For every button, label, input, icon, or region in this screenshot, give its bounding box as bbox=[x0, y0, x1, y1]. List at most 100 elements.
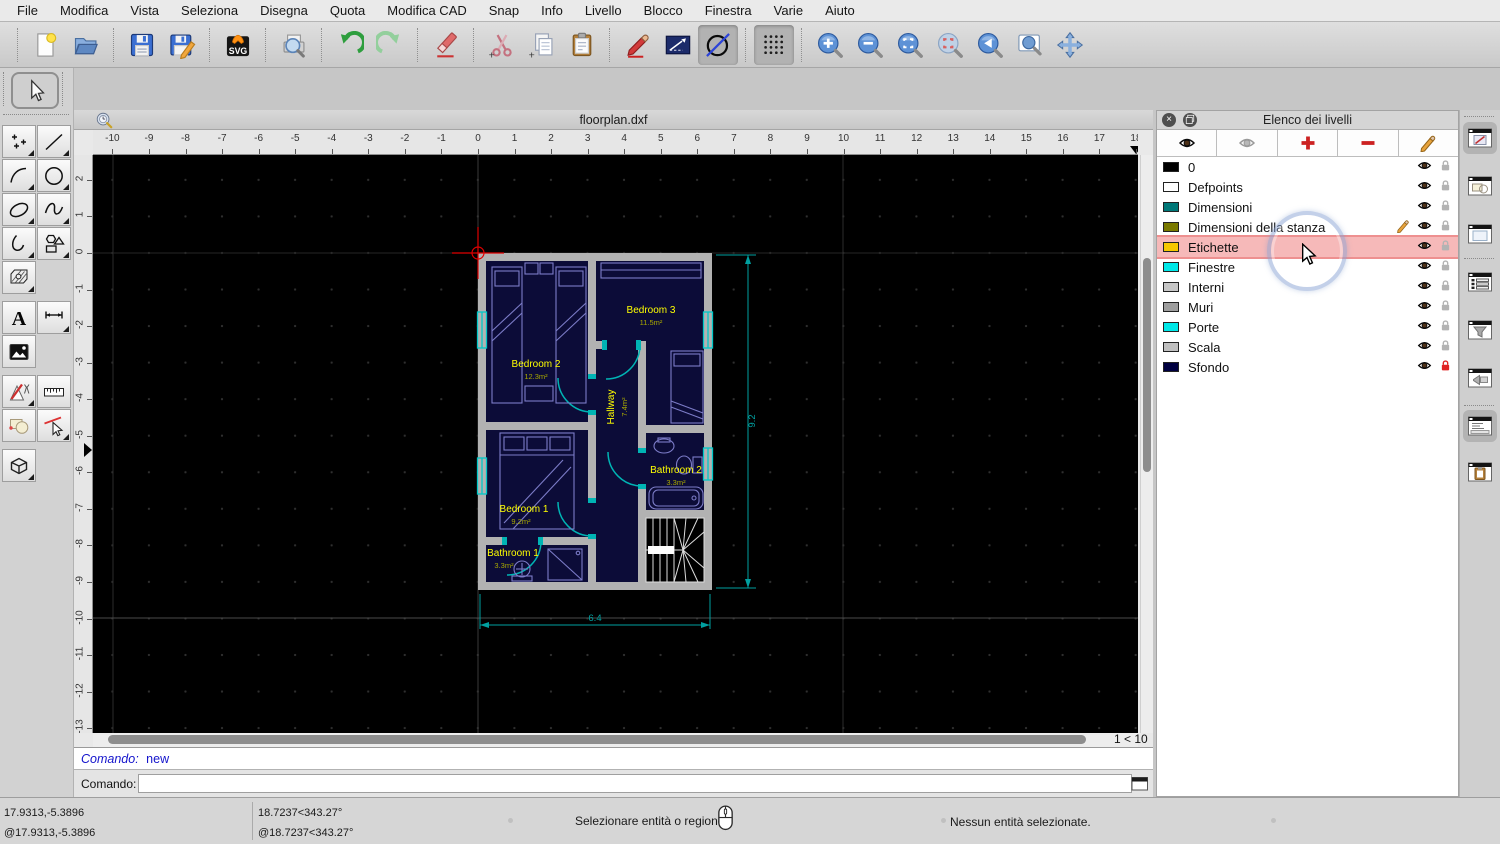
new-file-button[interactable] bbox=[26, 25, 66, 65]
layer-row-porte[interactable]: Porte bbox=[1157, 317, 1458, 337]
pencil-all-button[interactable] bbox=[1398, 130, 1459, 156]
menu-livello[interactable]: Livello bbox=[574, 0, 633, 22]
zoom-out-button[interactable] bbox=[850, 25, 890, 65]
selection-tool-button[interactable] bbox=[11, 72, 59, 109]
layer-lock-icon[interactable] bbox=[1439, 179, 1452, 195]
select-entity-tool-button[interactable] bbox=[37, 409, 71, 442]
cut-button[interactable]: + bbox=[482, 25, 522, 65]
layer-lock-icon[interactable] bbox=[1439, 279, 1452, 295]
layer-visibility-eye-icon[interactable] bbox=[1417, 178, 1432, 196]
layer-visibility-eye-icon[interactable] bbox=[1417, 258, 1432, 276]
delete-button[interactable] bbox=[426, 25, 466, 65]
image-tool-button[interactable] bbox=[2, 335, 36, 368]
layer-lock-icon[interactable] bbox=[1439, 359, 1452, 375]
menu-finestra[interactable]: Finestra bbox=[694, 0, 763, 22]
menu-vista[interactable]: Vista bbox=[119, 0, 170, 22]
layer-lock-icon[interactable] bbox=[1439, 339, 1452, 355]
zoom-select-button[interactable] bbox=[930, 25, 970, 65]
layer-visibility-eye-icon[interactable] bbox=[1417, 298, 1432, 316]
drawing-canvas[interactable]: Bedroom 2 12.3m² Bedroom 3 11.5m² Hallwa… bbox=[93, 155, 1138, 733]
zoom-window-button[interactable] bbox=[1010, 25, 1050, 65]
menu-file[interactable]: File bbox=[6, 0, 49, 22]
modify-tool-button[interactable] bbox=[2, 375, 36, 408]
save-as-button[interactable] bbox=[162, 25, 202, 65]
layer-lock-icon[interactable] bbox=[1439, 299, 1452, 315]
command-panel-icon[interactable] bbox=[1130, 775, 1150, 792]
layer-visibility-eye-icon[interactable] bbox=[1417, 318, 1432, 336]
circle-line-button[interactable] bbox=[698, 24, 738, 65]
draw-pencil-button[interactable] bbox=[618, 25, 658, 65]
vertical-scrollbar-thumb[interactable] bbox=[1143, 258, 1151, 472]
dock-panel-command-button[interactable] bbox=[1463, 410, 1497, 442]
menu-snap[interactable]: Snap bbox=[478, 0, 530, 22]
dock-panel-speaker-button[interactable] bbox=[1463, 362, 1497, 394]
dock-panel-list-button[interactable] bbox=[1463, 266, 1497, 298]
minus-all-button[interactable] bbox=[1338, 130, 1399, 156]
dock-panel-shapes-button[interactable] bbox=[1463, 170, 1497, 202]
layer-lock-icon[interactable] bbox=[1439, 159, 1452, 175]
layer-row-defpoints[interactable]: Defpoints bbox=[1157, 177, 1458, 197]
paste-button[interactable] bbox=[562, 25, 602, 65]
redo-button[interactable] bbox=[370, 25, 410, 65]
points-tool-button[interactable] bbox=[2, 125, 36, 158]
menu-seleziona[interactable]: Seleziona bbox=[170, 0, 249, 22]
ellipse-tool-button[interactable] bbox=[2, 193, 36, 226]
copy-button[interactable]: + bbox=[522, 25, 562, 65]
solid-tool-button[interactable] bbox=[2, 449, 36, 482]
save-button[interactable] bbox=[122, 25, 162, 65]
dock-panel-clipboard-button[interactable] bbox=[1463, 456, 1497, 488]
layer-visibility-eye-icon[interactable] bbox=[1417, 278, 1432, 296]
horizontal-scrollbar-thumb[interactable] bbox=[108, 735, 1086, 744]
text-tool-button[interactable]: A bbox=[2, 301, 36, 334]
horizontal-scrollbar[interactable] bbox=[93, 733, 1138, 747]
layer-visibility-eye-icon[interactable] bbox=[1417, 358, 1432, 376]
menu-modifica[interactable]: Modifica bbox=[49, 0, 119, 22]
line-angle-button[interactable] bbox=[658, 25, 698, 65]
vertical-scrollbar[interactable] bbox=[1140, 155, 1153, 733]
edit-shapes-tool-button[interactable] bbox=[2, 409, 36, 442]
spline-tool-button[interactable] bbox=[37, 193, 71, 226]
dock-panel-blank-button[interactable] bbox=[1463, 218, 1497, 250]
circle-tool-button[interactable] bbox=[37, 159, 71, 192]
menu-disegna[interactable]: Disegna bbox=[249, 0, 319, 22]
menu-blocco[interactable]: Blocco bbox=[633, 0, 694, 22]
arc-tool-button[interactable] bbox=[2, 159, 36, 192]
pan-button[interactable] bbox=[1050, 25, 1090, 65]
layer-lock-icon[interactable] bbox=[1439, 239, 1452, 255]
open-folder-button[interactable] bbox=[66, 25, 106, 65]
eye-all-button[interactable] bbox=[1157, 130, 1218, 156]
layer-lock-icon[interactable] bbox=[1439, 199, 1452, 215]
layer-visibility-eye-icon[interactable] bbox=[1417, 158, 1432, 176]
menu-quota[interactable]: Quota bbox=[319, 0, 376, 22]
eye-disabled-all-button[interactable] bbox=[1217, 130, 1278, 156]
layer-visibility-eye-icon[interactable] bbox=[1417, 338, 1432, 356]
zoom-previous-button[interactable] bbox=[970, 25, 1010, 65]
line-tool-button[interactable] bbox=[37, 125, 71, 158]
layer-visibility-eye-icon[interactable] bbox=[1417, 198, 1432, 216]
layer-row-sfondo[interactable]: Sfondo bbox=[1157, 357, 1458, 377]
layer-row-0[interactable]: 0 bbox=[1157, 157, 1458, 177]
zoom-in-button[interactable] bbox=[810, 25, 850, 65]
grid-button[interactable] bbox=[754, 24, 794, 65]
plus-all-button[interactable] bbox=[1277, 130, 1339, 156]
menu-aiuto[interactable]: Aiuto bbox=[814, 0, 866, 22]
dock-panel-pencil-button[interactable] bbox=[1463, 122, 1497, 154]
polyline-tool-button[interactable] bbox=[2, 227, 36, 260]
dock-panel-filter-button[interactable] bbox=[1463, 314, 1497, 346]
layer-visibility-eye-icon[interactable] bbox=[1417, 238, 1432, 256]
layer-row-muri[interactable]: Muri bbox=[1157, 297, 1458, 317]
layer-row-scala[interactable]: Scala bbox=[1157, 337, 1458, 357]
layer-visibility-eye-icon[interactable] bbox=[1417, 218, 1432, 236]
undo-button[interactable] bbox=[330, 25, 370, 65]
svg-export-button[interactable]: SVG bbox=[218, 25, 258, 65]
print-preview-button[interactable] bbox=[274, 25, 314, 65]
layer-lock-icon[interactable] bbox=[1439, 319, 1452, 335]
dimension-tool-button[interactable] bbox=[37, 301, 71, 334]
measure-tool-button[interactable] bbox=[37, 375, 71, 408]
menu-modifica-cad[interactable]: Modifica CAD bbox=[376, 0, 477, 22]
menu-varie[interactable]: Varie bbox=[763, 0, 814, 22]
command-input[interactable] bbox=[138, 774, 1132, 793]
zoom-auto-button[interactable] bbox=[890, 25, 930, 65]
hatch-tool-button[interactable] bbox=[2, 261, 36, 294]
layer-lock-icon[interactable] bbox=[1439, 259, 1452, 275]
